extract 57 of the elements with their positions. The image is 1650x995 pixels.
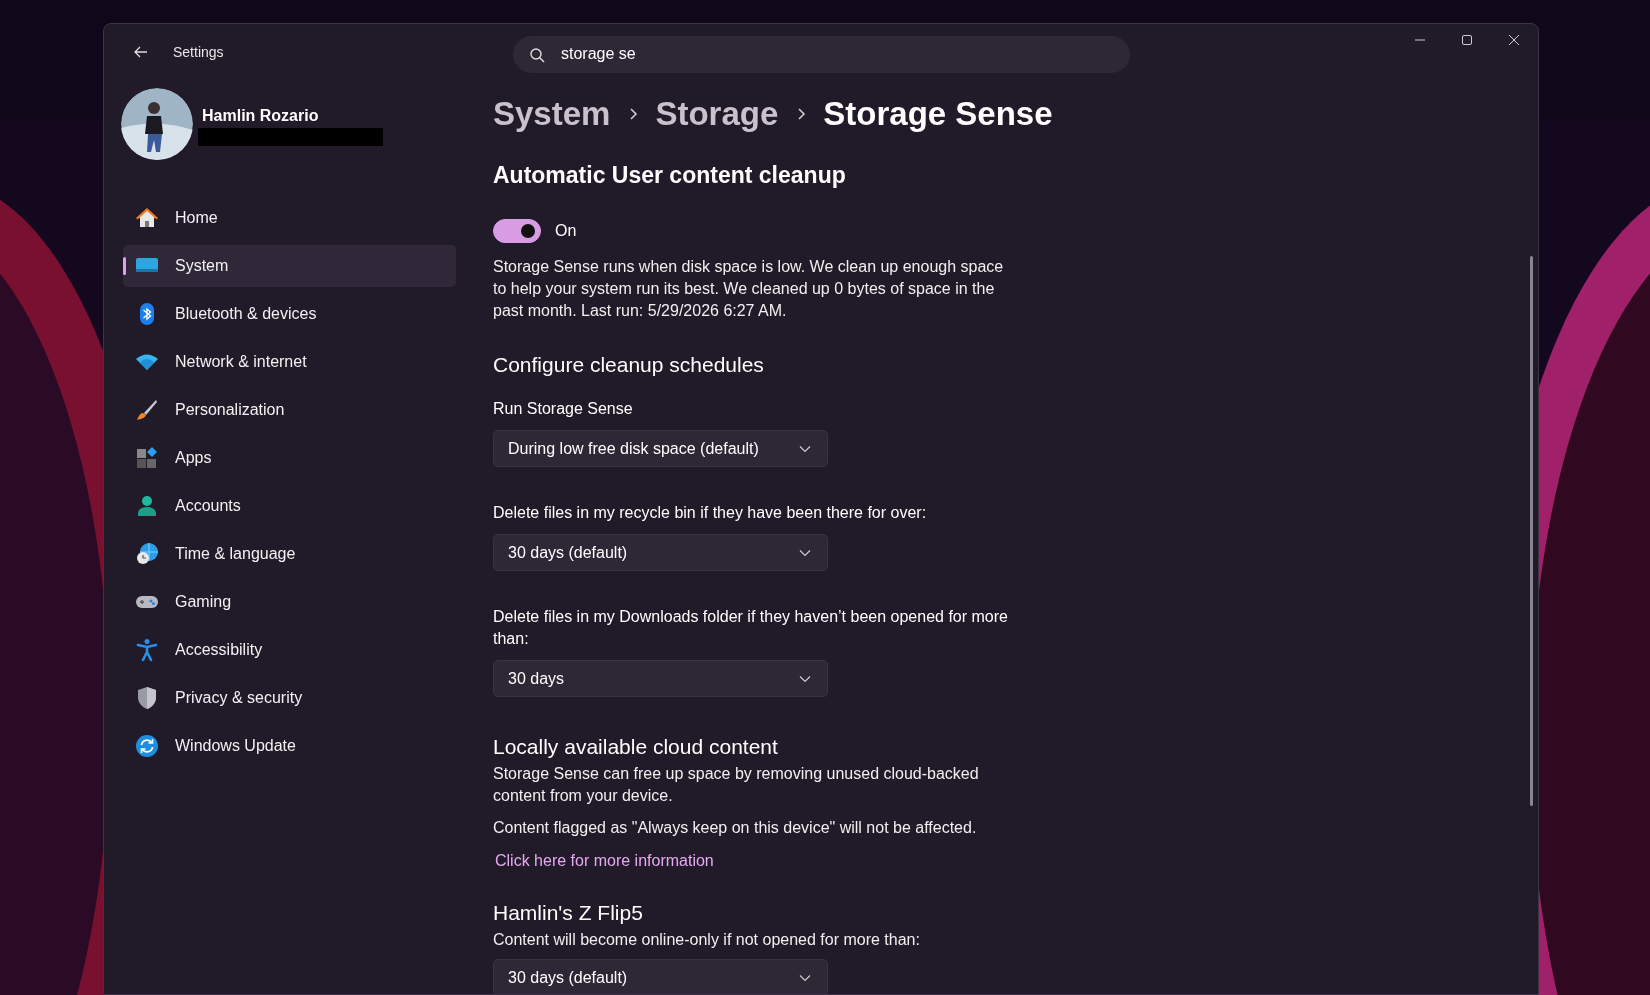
- chevron-down-icon: [799, 973, 811, 982]
- nav-item[interactable]: Accounts: [123, 485, 456, 527]
- search-icon: [529, 46, 545, 63]
- nav-item[interactable]: Accessibility: [123, 629, 456, 671]
- person-icon: [135, 494, 159, 518]
- nav-item[interactable]: Network & internet: [123, 341, 456, 383]
- nav-item[interactable]: System: [123, 245, 456, 287]
- avatar: [121, 88, 193, 160]
- breadcrumb-item: Storage Sense: [823, 95, 1053, 133]
- nav-item[interactable]: Time & language: [123, 533, 456, 575]
- description-text: Content will become online-only if not opened for more than:: [493, 930, 920, 950]
- dropdown[interactable]: During low free disk space (default): [493, 430, 828, 467]
- nav-item[interactable]: Home: [123, 197, 456, 239]
- accessibility-icon: [135, 638, 159, 662]
- paintbrush-icon: [135, 398, 159, 422]
- breadcrumb-item[interactable]: System: [493, 95, 611, 133]
- nav-item[interactable]: Bluetooth & devices: [123, 293, 456, 335]
- toggle-switch[interactable]: [493, 219, 541, 243]
- search-field[interactable]: storage se: [513, 35, 1130, 73]
- nav-item[interactable]: Privacy & security: [123, 677, 456, 719]
- nav-item[interactable]: Windows Update: [123, 725, 456, 767]
- maximize-icon[interactable]: [1461, 34, 1473, 46]
- description-text: Storage Sense runs when disk space is low. We clean up enough space to help your system run its best. We cleaned up 0 bytes of space in the past month. Last run: 5/29/2026 6:27 AM.: [493, 257, 1005, 321]
- window-title: Settings: [173, 44, 224, 60]
- home-icon: [135, 206, 159, 230]
- selection-indicator: [123, 257, 126, 275]
- scrollbar[interactable]: [1530, 256, 1533, 806]
- shield-icon: [135, 686, 159, 710]
- section-subheading: Configure cleanup schedules: [493, 352, 764, 378]
- chevron-right-icon: [628, 106, 639, 122]
- section-heading: Automatic User content cleanup: [493, 161, 846, 190]
- info-link[interactable]: Click here for more information: [495, 852, 714, 869]
- back-arrow-icon[interactable]: [133, 44, 149, 60]
- close-icon[interactable]: [1508, 34, 1520, 46]
- apps-icon: [135, 446, 159, 470]
- chevron-down-icon: [799, 548, 811, 557]
- description-text: Storage Sense can free up space by removing unused cloud-backed content from your device.: [493, 764, 980, 806]
- chevron-down-icon: [799, 444, 811, 453]
- field-label: Delete files in my Downloads folder if they haven’t been opened for more than:: [493, 607, 1008, 649]
- description-text: Content flagged as "Always keep on this device" will not be affected.: [493, 818, 977, 838]
- section-subheading: Hamlin's Z Flip5: [493, 900, 643, 926]
- breadcrumb-item[interactable]: Storage: [655, 95, 779, 133]
- dropdown[interactable]: 30 days (default): [493, 534, 828, 571]
- field-label: Run Storage Sense: [493, 399, 633, 419]
- toggle-label: On: [555, 222, 577, 240]
- nav-item[interactable]: Personalization: [123, 389, 456, 431]
- dropdown[interactable]: 30 days: [493, 660, 828, 697]
- nav-item[interactable]: Apps: [123, 437, 456, 479]
- section-subheading: Locally available cloud content: [493, 734, 778, 760]
- user-name: Hamlin Rozario: [202, 106, 320, 125]
- field-label: Delete files in my recycle bin if they have been there for over:: [493, 503, 927, 523]
- sync-icon: [135, 734, 159, 758]
- chevron-right-icon: [796, 106, 807, 122]
- nav-item[interactable]: Gaming: [123, 581, 456, 623]
- chevron-down-icon: [799, 674, 811, 683]
- globe-clock-icon: [135, 542, 159, 566]
- dropdown[interactable]: 30 days (default): [493, 959, 828, 994]
